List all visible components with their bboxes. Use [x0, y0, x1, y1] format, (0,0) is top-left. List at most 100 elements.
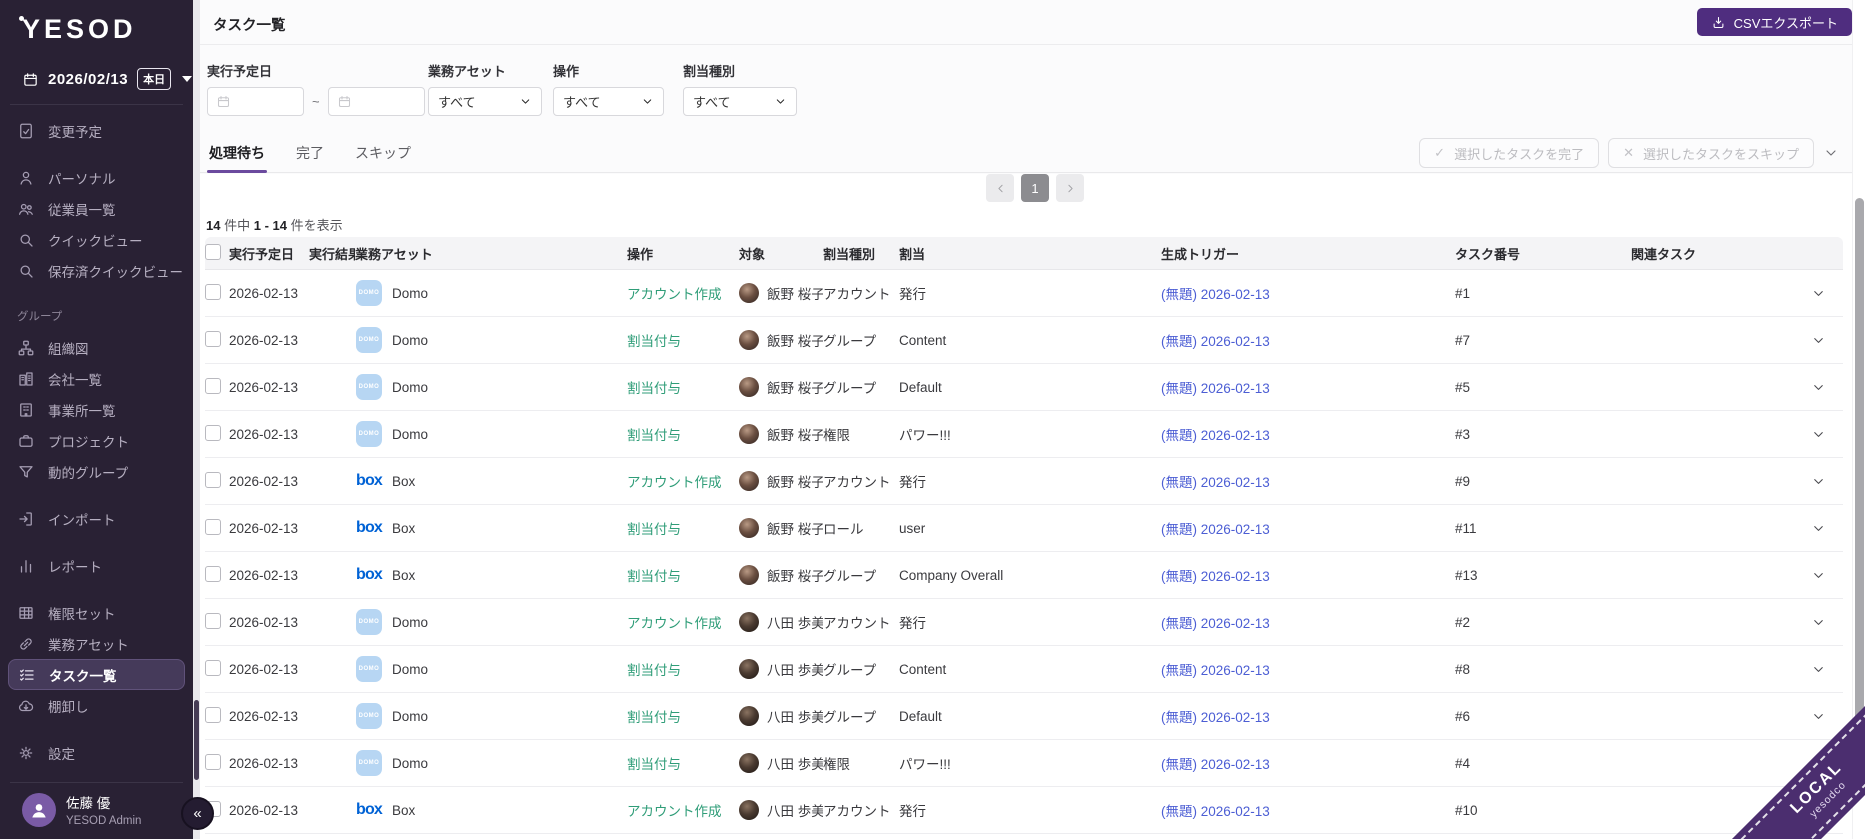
sidebar-item-employees[interactable]: 従業員一覧 [0, 193, 193, 224]
cell-operation-link[interactable]: 割当付与 [627, 424, 739, 444]
chevron-down-icon[interactable] [1823, 145, 1839, 161]
chevron-down-icon[interactable] [1811, 286, 1826, 301]
skip-selected-button[interactable]: ✕ 選択したタスクをスキップ [1608, 138, 1814, 168]
gear-icon [17, 744, 35, 762]
cell-operation-link[interactable]: 割当付与 [627, 659, 739, 679]
chevron-down-icon [519, 95, 532, 108]
sidebar-item-task-list[interactable]: タスク一覧 [8, 659, 185, 690]
cell-trigger-link[interactable]: (無題) 2026-02-13 [1161, 330, 1455, 350]
row-checkbox[interactable] [205, 284, 221, 300]
sidebar-item-offices[interactable]: 事業所一覧 [0, 394, 193, 425]
row-checkbox[interactable] [205, 754, 221, 770]
row-checkbox[interactable] [205, 566, 221, 582]
sidebar-item-permission-sets[interactable]: 権限セット [0, 597, 193, 628]
complete-selected-button[interactable]: ✓ 選択したタスクを完了 [1419, 138, 1599, 168]
row-checkbox[interactable] [205, 425, 221, 441]
select-all-checkbox[interactable] [205, 244, 221, 260]
cell-trigger-link[interactable]: (無題) 2026-02-13 [1161, 659, 1455, 679]
sidebar-scrollbar-thumb[interactable] [194, 700, 199, 780]
sidebar-item-change-schedule[interactable]: 変更予定 [0, 115, 193, 146]
date-to-input[interactable] [328, 87, 425, 116]
date-selector[interactable]: 2026/02/13 本日 [0, 68, 193, 90]
cell-operation-link[interactable]: アカウント作成 [627, 800, 739, 820]
main-content: タスク一覧 CSVエクスポート 実行予定日 ~ 業務アセット すべて [200, 0, 1852, 839]
tab-skipped[interactable]: スキップ [353, 133, 413, 172]
main-scrollbar[interactable] [1852, 0, 1865, 839]
sidebar-item-companies[interactable]: 会社一覧 [0, 363, 193, 394]
caret-down-icon [182, 76, 192, 82]
sidebar-collapse-button[interactable]: « [181, 797, 214, 830]
pagination-prev-button[interactable] [986, 174, 1014, 202]
operation-filter-select[interactable]: すべて [553, 87, 664, 116]
cell-assignment: パワー!!! [899, 753, 1161, 773]
cell-operation-link[interactable]: 割当付与 [627, 518, 739, 538]
table-row: 2026-02-13 DOMODomo アカウント作成 八田 歩美 アカウント … [205, 599, 1843, 646]
assign-type-filter-select[interactable]: すべて [683, 87, 797, 116]
cell-trigger-link[interactable]: (無題) 2026-02-13 [1161, 565, 1455, 585]
pagination-page-1[interactable]: 1 [1021, 174, 1049, 202]
cell-operation-link[interactable]: 割当付与 [627, 330, 739, 350]
csv-export-button[interactable]: CSVエクスポート [1697, 8, 1852, 36]
cell-trigger-link[interactable]: (無題) 2026-02-13 [1161, 377, 1455, 397]
sidebar-item-personal[interactable]: パーソナル [0, 162, 193, 193]
sidebar-item-import[interactable]: インポート [0, 503, 193, 534]
sidebar-scrollbar[interactable] [193, 0, 200, 839]
row-checkbox[interactable] [205, 378, 221, 394]
cell-operation-link[interactable]: アカウント作成 [627, 471, 739, 491]
cell-operation-link[interactable]: アカウント作成 [627, 612, 739, 632]
sidebar-item-report[interactable]: レポート [0, 550, 193, 581]
chevron-down-icon[interactable] [1811, 380, 1826, 395]
date-from-input[interactable] [207, 87, 304, 116]
cell-operation-link[interactable]: 割当付与 [627, 565, 739, 585]
target-name: 飯野 桜子 [767, 471, 823, 491]
chevron-down-icon[interactable] [1811, 662, 1826, 677]
sidebar-item-org-chart[interactable]: 組織図 [0, 332, 193, 363]
chevron-down-icon[interactable] [1811, 427, 1826, 442]
sidebar-item-inventory[interactable]: 棚卸し [0, 690, 193, 721]
sidebar-item-dynamic-groups[interactable]: 動的グループ [0, 456, 193, 487]
main-scrollbar-thumb[interactable] [1855, 198, 1864, 733]
page-title: タスク一覧 [213, 14, 286, 35]
cell-task-number: #5 [1455, 380, 1631, 395]
check-icon: ✓ [1434, 145, 1445, 161]
tab-pending[interactable]: 処理待ち [207, 133, 267, 172]
sidebar-item-settings[interactable]: 設定 [0, 737, 193, 768]
row-checkbox[interactable] [205, 519, 221, 535]
cell-trigger-link[interactable]: (無題) 2026-02-13 [1161, 283, 1455, 303]
sidebar-item-saved-quick-view[interactable]: 保存済クイックビュー [0, 255, 193, 286]
cell-trigger-link[interactable]: (無題) 2026-02-13 [1161, 612, 1455, 632]
cell-operation-link[interactable]: 割当付与 [627, 753, 739, 773]
pagination: 1 [986, 174, 1084, 202]
chevron-down-icon[interactable] [1811, 709, 1826, 724]
cell-trigger-link[interactable]: (無題) 2026-02-13 [1161, 706, 1455, 726]
chevron-down-icon[interactable] [1811, 333, 1826, 348]
chevron-down-icon[interactable] [1811, 615, 1826, 630]
cell-trigger-link[interactable]: (無題) 2026-02-13 [1161, 753, 1455, 773]
tab-completed[interactable]: 完了 [294, 133, 326, 172]
chevron-down-icon[interactable] [1811, 521, 1826, 536]
chevron-down-icon[interactable] [1811, 568, 1826, 583]
row-checkbox[interactable] [205, 472, 221, 488]
sidebar-nav: 変更予定パーソナル従業員一覧クイックビュー保存済クイックビューグループ組織図会社… [0, 115, 193, 768]
cell-trigger-link[interactable]: (無題) 2026-02-13 [1161, 518, 1455, 538]
sidebar-item-projects[interactable]: プロジェクト [0, 425, 193, 456]
chevron-down-icon [774, 95, 787, 108]
row-checkbox[interactable] [205, 613, 221, 629]
chevron-down-icon[interactable] [1811, 474, 1826, 489]
cell-trigger-link[interactable]: (無題) 2026-02-13 [1161, 424, 1455, 444]
cell-trigger-link[interactable]: (無題) 2026-02-13 [1161, 800, 1455, 820]
row-checkbox[interactable] [205, 660, 221, 676]
cell-operation-link[interactable]: 割当付与 [627, 377, 739, 397]
cell-operation-link[interactable]: 割当付与 [627, 706, 739, 726]
sidebar-item-quick-view[interactable]: クイックビュー [0, 224, 193, 255]
row-checkbox[interactable] [205, 331, 221, 347]
pagination-next-button[interactable] [1056, 174, 1084, 202]
row-checkbox[interactable] [205, 707, 221, 723]
funnel-icon [17, 463, 35, 481]
asset-filter-select[interactable]: すべて [428, 87, 542, 116]
user-menu[interactable]: 佐藤 優 YESOD Admin [0, 782, 193, 839]
sidebar-item-business-assets[interactable]: 業務アセット [0, 628, 193, 659]
cell-assign-type: 権限 [823, 753, 899, 773]
cell-trigger-link[interactable]: (無題) 2026-02-13 [1161, 471, 1455, 491]
cell-operation-link[interactable]: アカウント作成 [627, 283, 739, 303]
